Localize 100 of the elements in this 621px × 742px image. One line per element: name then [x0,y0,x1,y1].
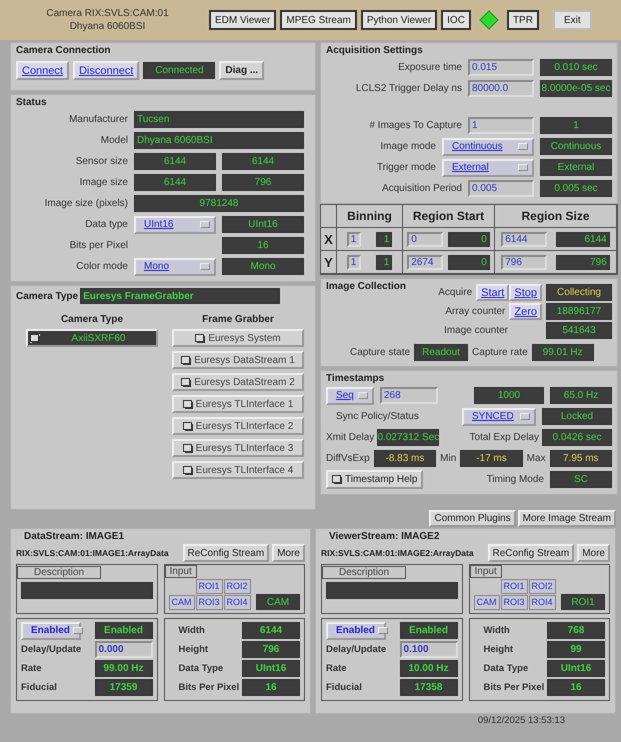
header-button[interactable]: TPR [506,10,539,30]
frame-grabber-button[interactable]: Euresys DataStream 1 [172,351,304,369]
field-label: Bits per Pixel [68,240,128,251]
menu-button[interactable]: Continuous [442,138,534,156]
readback-field: 0.0426 sec [542,429,612,446]
input-field[interactable]: 2674 [407,254,444,270]
header-button[interactable]: Python Viewer [360,10,438,30]
roi-button[interactable]: ROI3 [500,594,528,610]
field-label: Trigger mode [376,162,436,173]
readback-field: 768 [547,622,605,639]
camera-model: Dhyana 6060BSI [70,20,146,33]
readback-field: 6144 [134,174,216,191]
box-label: Input [164,565,197,578]
box-label: Input [470,565,502,578]
cam-button[interactable]: CAM [474,594,500,610]
connection-button[interactable]: Connect [16,61,69,80]
input-field[interactable]: 6144 [501,232,548,246]
stop-button[interactable]: Stop [509,284,542,301]
pv-name: RIX:SVLS:CAM:01:IMAGE2:ArrayData [321,548,474,558]
input-field[interactable]: 0.005 [468,180,534,197]
menu-button[interactable]: Enabled [326,622,386,640]
readback-field: 0.005 sec [540,180,612,197]
field-label: Total Exp Delay [470,432,539,443]
readback-field: UInt16 [547,660,605,677]
input-field[interactable]: 0.015 [468,59,534,76]
roi-button[interactable]: ROI2 [224,578,251,594]
input-field[interactable]: 0.000 [94,641,152,658]
input-field[interactable]: 1 [346,232,361,246]
menu-indicator-icon [200,221,210,228]
input-field[interactable]: 268 [380,387,438,404]
stream-button[interactable]: ReConfig Stream [488,544,574,562]
roi-button[interactable]: ROI4 [528,594,556,610]
field-label: Xmit Delay [326,432,374,443]
input-field[interactable]: 796 [501,254,548,270]
input-field[interactable]: 0.100 [400,641,458,658]
plugin-button[interactable]: Common Plugins [429,510,516,527]
menu-button[interactable]: UInt16 [134,216,216,234]
field-label: Color mode [75,261,128,272]
frame-grabber-button[interactable]: Euresys DataStream 2 [172,373,304,391]
menu-button[interactable]: External [442,158,534,176]
readback-field: 796 [242,641,300,658]
diag-button[interactable]: Diag ... [219,61,264,80]
input-field[interactable]: 80000.0 [468,80,534,97]
field-label: Array counter [445,306,506,317]
menu-button[interactable]: Enabled [21,622,81,640]
roi-button[interactable]: ROI1 [500,578,528,594]
cam-button[interactable]: CAM [168,594,194,610]
field-label: Exposure time [397,62,462,73]
readback-field: Connected [143,62,216,79]
roi-button[interactable]: ROI4 [224,594,251,610]
roi-button[interactable]: ROI2 [528,578,556,594]
readback-field: External [540,159,612,176]
timestamp-text: 09/12/2025 13:53:13 [478,715,565,726]
plugin-button[interactable]: More Image Stream [518,510,616,527]
roi-button[interactable]: ROI1 [196,578,223,594]
column-header: Region Size [521,209,590,223]
camera-type-button[interactable]: AxiiSXRF60 [26,329,158,347]
frame-grabber-button[interactable]: Euresys TLInterface 2 [172,417,304,435]
field-label: Rate [21,663,42,674]
input-field[interactable]: 1 [468,117,534,134]
stream-button[interactable]: ReConfig Stream [182,544,270,562]
readback-field: 1 [540,117,612,134]
roi-button[interactable]: ROI3 [196,594,223,610]
camera-title: Camera RIX:SVLS:CAM:01 [46,7,169,20]
field-label: Max [526,453,546,464]
frame-grabber-button[interactable]: Euresys TLInterface 1 [172,395,304,413]
menu-button[interactable]: Seq [326,386,374,404]
column-header: Region Start [412,209,484,223]
window-icon [30,334,40,342]
readback-field: 0 [448,254,490,270]
frame-grabber-button[interactable]: Euresys TLInterface 4 [172,461,304,479]
menu-button[interactable]: Mono [134,258,216,276]
connection-button[interactable]: Disconnect [72,61,140,80]
stream-button[interactable]: More [272,544,305,562]
readback-field: 0.010 sec [540,59,612,76]
menu-indicator-icon [378,627,388,634]
input-field[interactable]: 1 [346,254,361,270]
readback-field: Continuous [540,138,612,155]
header-button[interactable]: MPEG Stream [280,10,357,30]
readback-field: 0.027312 Sec [377,429,440,446]
start-button[interactable]: Start [476,284,510,301]
menu-button[interactable]: SYNCED [462,408,536,426]
header-button[interactable]: IOC [441,10,471,30]
window-icon [182,422,193,430]
frame-grabber-button[interactable]: Euresys System [172,329,304,347]
zero-button[interactable]: Zero [509,303,542,320]
timestamp-help-button[interactable]: Timestamp Help [326,470,424,489]
header-button[interactable]: EDM Viewer [209,10,276,30]
window-icon [182,466,193,474]
input-field[interactable]: 0 [407,232,444,246]
field-label: Image counter [444,325,508,336]
readback-field: 17359 [94,679,152,696]
frame-grabber-button[interactable]: Euresys TLInterface 3 [172,439,304,457]
readback-field: 16 [547,679,605,696]
header-button[interactable]: Exit [552,10,592,30]
stream-button[interactable]: More [577,544,610,562]
field-label: Width [178,625,205,636]
readback-field: Locked [542,408,612,425]
window-icon [181,356,192,364]
field-label: Fiducial [21,682,57,693]
